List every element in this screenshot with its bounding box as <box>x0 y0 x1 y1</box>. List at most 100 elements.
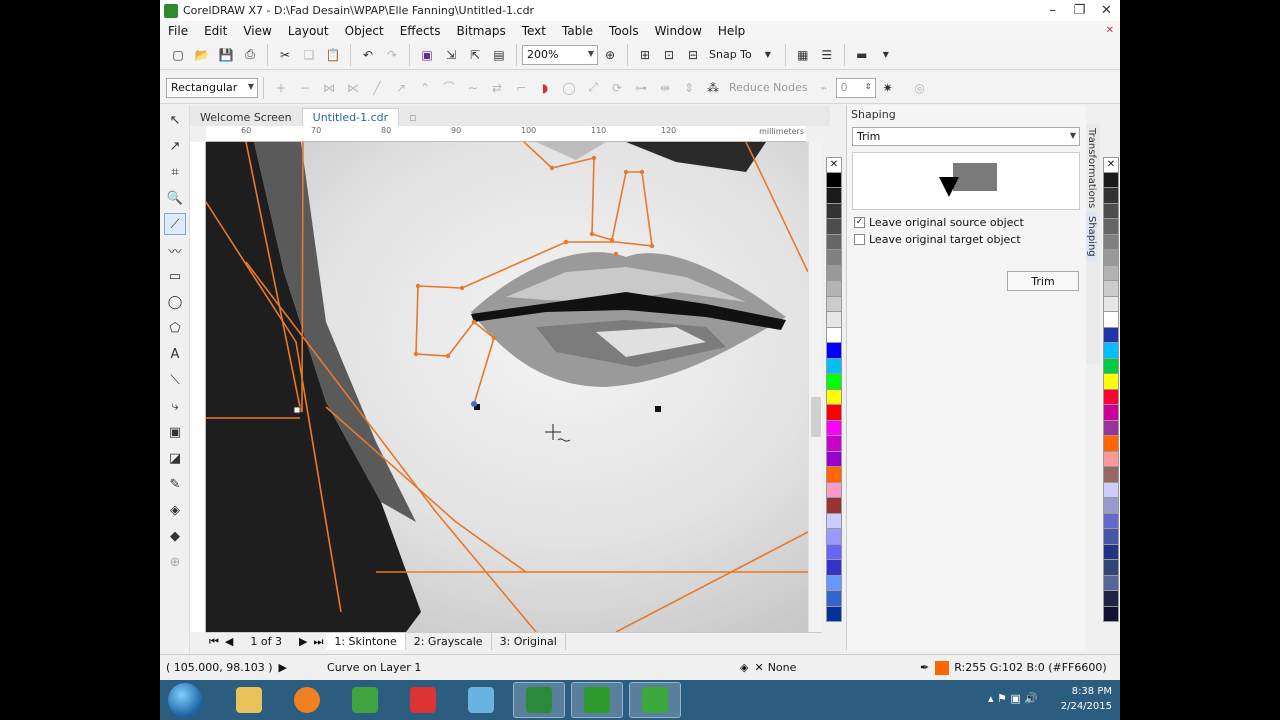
break-curve-icon[interactable]: ⋉ <box>343 78 363 98</box>
menu-file[interactable]: File <box>160 24 196 38</box>
freehand-tool-icon[interactable]: ⟋ <box>164 213 186 235</box>
stretch-node-icon[interactable]: ⤢ <box>583 78 603 98</box>
menu-table[interactable]: Table <box>554 24 601 38</box>
cusp-node-icon[interactable]: ⌃ <box>415 78 435 98</box>
color-swatch[interactable] <box>826 296 842 312</box>
page-tab-skintone[interactable]: 1: Skintone <box>326 633 406 650</box>
color-swatch[interactable] <box>1103 498 1119 514</box>
color-swatch[interactable] <box>826 172 842 188</box>
shape-tool-icon[interactable]: ↗ <box>164 135 186 157</box>
color-swatch[interactable] <box>1103 312 1119 328</box>
color-swatch[interactable] <box>826 188 842 204</box>
leave-source-checkbox[interactable]: ✓ <box>854 217 865 228</box>
options-icon[interactable]: ▦ <box>793 45 813 65</box>
color-swatch[interactable] <box>826 451 842 467</box>
color-swatch[interactable] <box>1103 451 1119 467</box>
artistic-media-icon[interactable]: 〰 <box>164 239 186 261</box>
menu-object[interactable]: Object <box>337 24 392 38</box>
color-swatch[interactable] <box>826 436 842 452</box>
parallel-dimension-icon[interactable]: ⟍ <box>164 369 186 391</box>
search-content-icon[interactable]: ▣ <box>417 45 437 65</box>
color-swatch[interactable] <box>826 560 842 576</box>
drawing-canvas[interactable] <box>206 142 808 632</box>
tab-shaping[interactable]: Shaping <box>1086 212 1097 261</box>
color-swatch[interactable] <box>826 420 842 436</box>
quick-customize-icon[interactable]: ⊕ <box>164 551 186 573</box>
align-icon[interactable]: ☰ <box>817 45 837 65</box>
color-swatch[interactable] <box>826 467 842 483</box>
show-grid-icon[interactable]: ⊡ <box>659 45 679 65</box>
scrollbar-thumb[interactable] <box>811 397 821 437</box>
last-page-icon[interactable]: ⏭ <box>310 635 326 649</box>
select-all-nodes-icon[interactable]: ⁂ <box>703 78 723 98</box>
export-icon[interactable]: ⇱ <box>465 45 485 65</box>
menu-tools[interactable]: Tools <box>601 24 647 38</box>
chevron-down-icon[interactable]: ▼ <box>758 45 778 65</box>
color-swatch[interactable] <box>1103 281 1119 297</box>
elastic-mode-icon[interactable]: ✷ <box>878 78 898 98</box>
color-swatch[interactable] <box>1103 327 1119 343</box>
color-swatch[interactable] <box>826 219 842 235</box>
color-swatch[interactable] <box>1103 389 1119 405</box>
leave-target-checkbox[interactable] <box>854 234 865 245</box>
color-swatch[interactable] <box>826 343 842 359</box>
color-swatch[interactable] <box>1103 234 1119 250</box>
publish-pdf-icon[interactable]: ▤ <box>489 45 509 65</box>
taskbar-app[interactable] <box>513 682 565 718</box>
text-tool-icon[interactable]: A <box>164 343 186 365</box>
redo-icon[interactable]: ↷ <box>382 45 402 65</box>
color-swatch[interactable] <box>826 265 842 281</box>
color-swatch[interactable] <box>826 234 842 250</box>
restore-button[interactable]: ❐ <box>1066 0 1093 21</box>
tab-untitled-1[interactable]: Untitled-1.cdr <box>301 108 400 126</box>
reduce-nodes-button[interactable]: Reduce Nodes <box>725 81 812 94</box>
color-swatch[interactable] <box>1103 591 1119 607</box>
color-swatch[interactable] <box>826 389 842 405</box>
selection-handle[interactable] <box>293 406 301 414</box>
connector-tool-icon[interactable]: ⤷ <box>164 395 186 417</box>
color-swatch[interactable] <box>1103 250 1119 266</box>
next-page-icon[interactable]: ▶ <box>296 635 310 648</box>
prev-page-icon[interactable]: ◀ <box>222 635 236 648</box>
no-color-swatch[interactable]: ✕ <box>1103 157 1119 173</box>
add-node-icon[interactable]: + <box>271 78 291 98</box>
close-curve-icon[interactable]: ◯ <box>559 78 579 98</box>
color-swatch[interactable] <box>826 405 842 421</box>
drop-shadow-icon[interactable]: ▣ <box>164 421 186 443</box>
rectangle-tool-icon[interactable]: ▭ <box>164 265 186 287</box>
color-swatch[interactable] <box>1103 405 1119 421</box>
menu-help[interactable]: Help <box>710 24 753 38</box>
taskbar-corel-connect[interactable] <box>339 682 391 718</box>
selection-handle[interactable] <box>655 406 661 412</box>
color-swatch[interactable] <box>826 250 842 266</box>
taskbar-explorer[interactable] <box>223 682 275 718</box>
color-swatch[interactable] <box>1103 188 1119 204</box>
zoom-tool-icon[interactable]: 🔍 <box>164 187 186 209</box>
color-swatch[interactable] <box>826 575 842 591</box>
selected-node[interactable] <box>471 401 477 407</box>
color-swatch[interactable] <box>1103 467 1119 483</box>
to-line-icon[interactable]: ╱ <box>367 78 387 98</box>
show-guidelines-icon[interactable]: ⊟ <box>683 45 703 65</box>
import-icon[interactable]: ⇲ <box>441 45 461 65</box>
color-swatch[interactable] <box>826 203 842 219</box>
reverse-direction-icon[interactable]: ⇄ <box>487 78 507 98</box>
color-swatch[interactable] <box>826 498 842 514</box>
trim-button[interactable]: Trim <box>1007 271 1079 291</box>
tab-welcome-screen[interactable]: Welcome Screen <box>190 108 302 126</box>
copy-icon[interactable]: ❏ <box>299 45 319 65</box>
interactive-fill-icon[interactable]: ◈ <box>164 499 186 521</box>
color-swatch[interactable] <box>826 281 842 297</box>
ellipse-tool-icon[interactable]: ◯ <box>164 291 186 313</box>
new-document-icon[interactable]: ▢ <box>168 45 188 65</box>
cut-icon[interactable]: ✂ <box>275 45 295 65</box>
color-swatch[interactable] <box>826 374 842 390</box>
crop-tool-icon[interactable]: ⌗ <box>164 161 186 183</box>
color-swatch[interactable] <box>1103 358 1119 374</box>
vertical-ruler[interactable] <box>190 142 206 632</box>
color-swatch[interactable] <box>1103 343 1119 359</box>
full-screen-preview-icon[interactable]: ⊕ <box>600 45 620 65</box>
color-swatch[interactable] <box>1103 172 1119 188</box>
mirror-horizontal-icon[interactable]: ⇹ <box>655 78 675 98</box>
system-tray-icons[interactable]: ▴ ⚑ ▣ 🔊 <box>988 692 1038 705</box>
